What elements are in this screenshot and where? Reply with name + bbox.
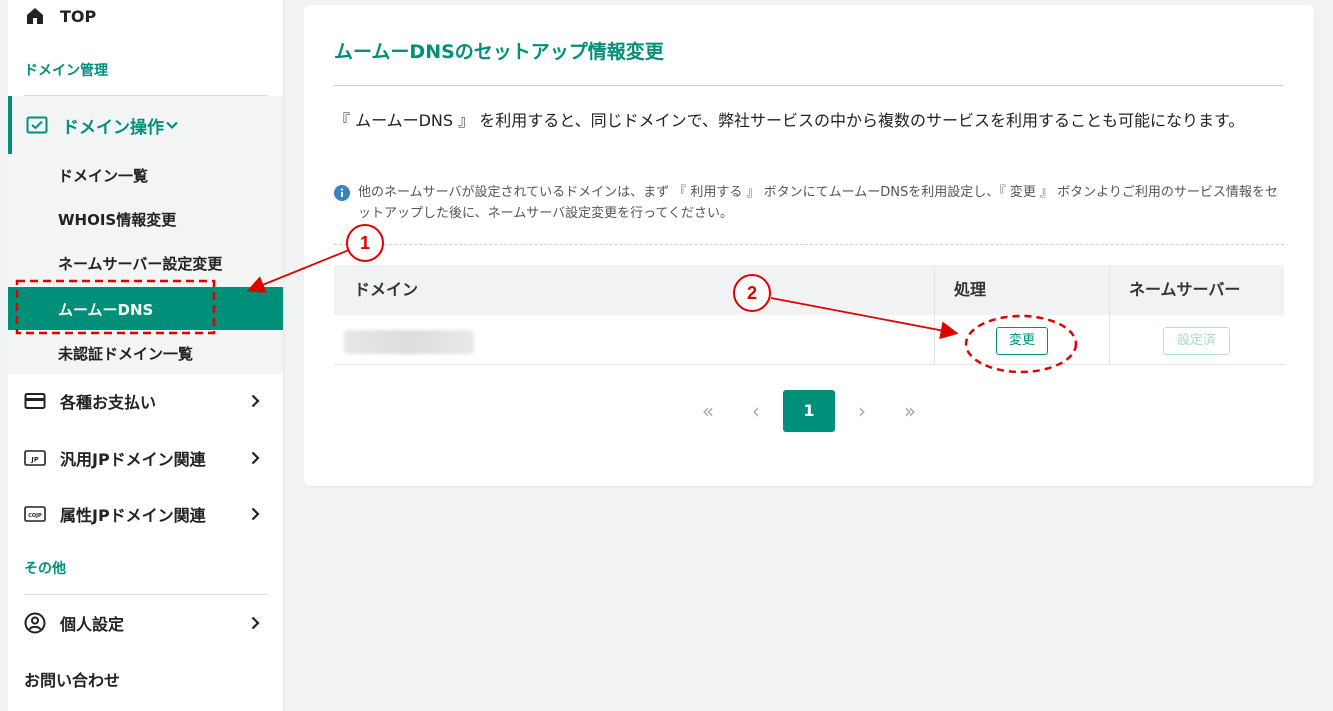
pagination-last[interactable]: » bbox=[895, 390, 925, 432]
nav-domain-operations[interactable]: ドメイン操作 bbox=[8, 96, 283, 154]
sub-item-nameserver[interactable]: ネームサーバー設定変更 bbox=[58, 253, 222, 274]
svg-text:COJP: COJP bbox=[28, 513, 42, 519]
sub-item-unverified[interactable]: 未認証ドメイン一覧 bbox=[58, 343, 193, 364]
user-circle-icon bbox=[24, 612, 46, 634]
nav-contact-label: お問い合わせ bbox=[24, 671, 121, 690]
content-card: ムームーDNSのセットアップ情報変更 『 ムームーDNS 』 を利用すると、同じ… bbox=[304, 5, 1314, 486]
nav-personal-label: 個人設定 bbox=[60, 615, 125, 634]
info-note: 他のネームサーバが設定されているドメインは、まず 『 利用する 』 ボタンにてム… bbox=[334, 182, 1284, 224]
jp-badge-icon: JP bbox=[24, 447, 46, 469]
table-header: ドメイン 処理 ネームサーバー bbox=[334, 265, 1284, 315]
column-header-domain: ドメイン bbox=[354, 280, 419, 299]
nav-top-label: TOP bbox=[60, 6, 97, 26]
annotation-marker-2: 2 bbox=[733, 274, 771, 312]
chevron-right-icon bbox=[251, 616, 260, 630]
page-title: ムームーDNSのセットアップ情報変更 bbox=[334, 41, 664, 63]
nav-contact[interactable]: お問い合わせ bbox=[8, 656, 283, 702]
section-other-label: その他 bbox=[24, 561, 66, 577]
nav-jp-general[interactable]: JP 汎用JPドメイン関連 bbox=[8, 435, 283, 481]
sub-item-muumuu-dns[interactable]: ムームーDNS bbox=[8, 287, 283, 330]
home-icon bbox=[24, 5, 46, 27]
chevron-down-icon bbox=[166, 121, 178, 130]
checkbox-window-icon bbox=[26, 114, 48, 136]
nav-top[interactable]: TOP bbox=[8, 0, 283, 32]
nav-payments-label: 各種お支払い bbox=[60, 393, 157, 412]
nav-payments[interactable]: 各種お支払い bbox=[8, 378, 283, 424]
svg-text:JP: JP bbox=[30, 456, 38, 464]
column-header-action: 処理 bbox=[954, 280, 987, 299]
dashed-divider bbox=[334, 244, 1284, 245]
chevron-right-icon bbox=[251, 394, 260, 408]
pagination-current[interactable]: 1 bbox=[783, 390, 835, 432]
pagination-prev[interactable]: ‹ bbox=[741, 390, 771, 432]
annotation-marker-1: 1 bbox=[346, 224, 384, 262]
configured-button: 設定済 bbox=[1163, 327, 1230, 355]
sidebar: TOP ドメイン管理 ドメイン操作 ドメイン一覧 WHOIS情報変更 ネームサー… bbox=[8, 0, 284, 711]
title-divider bbox=[334, 85, 1284, 86]
pagination: « ‹ 1 › » bbox=[304, 390, 1314, 432]
sub-item-whois[interactable]: WHOIS情報変更 bbox=[58, 209, 176, 230]
description-text: 『 ムームーDNS 』 を利用すると、同じドメインで、弊社サービスの中から複数の… bbox=[334, 111, 1245, 130]
credit-card-icon bbox=[24, 390, 46, 412]
divider bbox=[24, 594, 268, 595]
nav-jp-general-label: 汎用JPドメイン関連 bbox=[60, 450, 206, 469]
nav-personal-settings[interactable]: 個人設定 bbox=[8, 600, 283, 646]
group-title-label: ドメイン操作 bbox=[62, 117, 164, 138]
column-header-nameserver: ネームサーバー bbox=[1129, 280, 1241, 299]
table-row bbox=[334, 315, 1284, 365]
info-icon bbox=[334, 185, 350, 201]
sub-item-muumuu-dns-label: ムームーDNS bbox=[58, 301, 154, 319]
change-button[interactable]: 変更 bbox=[996, 327, 1048, 355]
cojp-badge-icon: COJP bbox=[24, 503, 46, 525]
nav-jp-attribute-label: 属性JPドメイン関連 bbox=[60, 506, 206, 525]
pagination-first[interactable]: « bbox=[693, 390, 723, 432]
chevron-right-icon bbox=[251, 451, 260, 465]
nav-jp-attribute[interactable]: COJP 属性JPドメイン関連 bbox=[8, 491, 283, 537]
section-domain-label: ドメイン管理 bbox=[24, 63, 108, 79]
chevron-right-icon bbox=[251, 507, 260, 521]
domain-name-redacted bbox=[344, 330, 474, 354]
info-note-text: 他のネームサーバが設定されているドメインは、まず 『 利用する 』 ボタンにてム… bbox=[358, 185, 1278, 221]
sub-item-domain-list[interactable]: ドメイン一覧 bbox=[58, 165, 148, 186]
pagination-next[interactable]: › bbox=[847, 390, 877, 432]
